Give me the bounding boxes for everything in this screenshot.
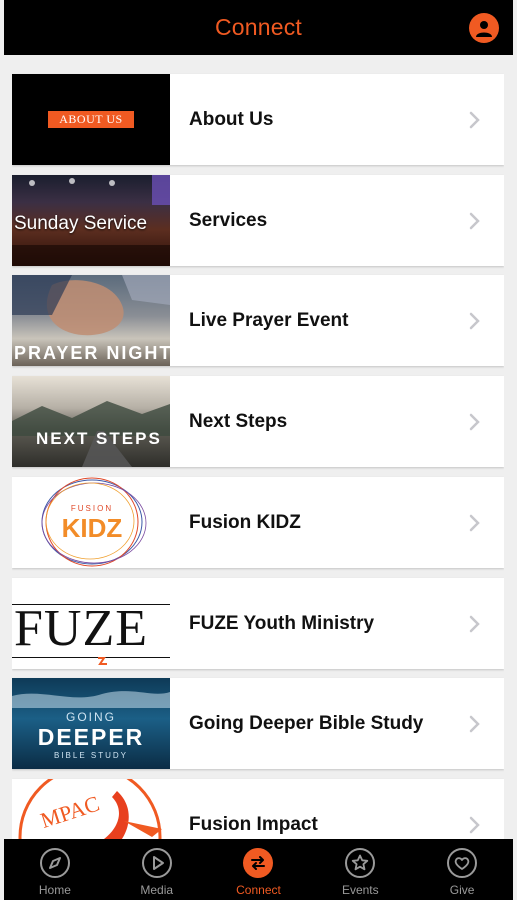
app-screen: Connect ABOUT US About Us Sunday Service…: [0, 0, 517, 900]
list-item-label: Fusion KIDZ: [189, 511, 301, 533]
thumbnail-caption: Sunday Service: [14, 213, 148, 234]
services-thumbnail: Sunday Service: [12, 175, 170, 266]
chevron-right-icon: [460, 312, 490, 330]
fusion-impact-logo: MPAC: [12, 779, 170, 842]
tab-label: Connect: [236, 883, 281, 897]
tab-home[interactable]: Home: [4, 839, 106, 900]
tab-events[interactable]: Events: [309, 839, 411, 900]
tab-label: Events: [341, 883, 379, 897]
next-steps-thumbnail: NEXT STEPS: [12, 376, 170, 467]
svg-text:FUSION: FUSION: [71, 504, 113, 513]
list-item-label: Going Deeper Bible Study: [189, 712, 424, 734]
list-item-services[interactable]: Sunday Service Services: [12, 175, 504, 266]
profile-button[interactable]: [469, 13, 499, 43]
list-item-label: About Us: [189, 108, 274, 130]
list-item-about-us[interactable]: ABOUT US About Us: [12, 74, 504, 165]
fuze-logo: FUZE: [12, 578, 170, 669]
chevron-right-icon: [460, 615, 490, 633]
list-item-live-prayer-event[interactable]: PRAYER NIGHT Live Prayer Event: [12, 275, 504, 366]
connect-list: ABOUT US About Us Sunday Service Service…: [12, 72, 504, 842]
thumbnail-caption: ABOUT US: [48, 111, 134, 128]
chevron-right-icon: [460, 514, 490, 532]
thumbnail-caption: NEXT STEPS: [36, 429, 162, 448]
svg-text:KIDZ: KIDZ: [62, 513, 123, 543]
chevron-right-icon: [460, 212, 490, 230]
chevron-right-icon: [460, 816, 490, 834]
heart-icon: [447, 848, 478, 878]
tab-label: Media: [140, 883, 174, 897]
swap-arrows-icon: [243, 848, 274, 878]
list-item-fusion-kidz[interactable]: FUSION KIDZ Fusion KIDZ: [12, 477, 504, 568]
profile-icon: [476, 21, 492, 37]
star-icon: [345, 848, 376, 878]
tab-give[interactable]: Give: [411, 839, 513, 900]
play-icon: [141, 848, 172, 878]
compass-icon: [39, 848, 70, 878]
mountain-road-graphic: [12, 401, 170, 467]
list-item-fusion-impact[interactable]: MPAC Fusion Impact: [12, 779, 504, 842]
tab-media[interactable]: Media: [106, 839, 208, 900]
list-item-label: FUZE Youth Ministry: [189, 612, 375, 634]
bottom-tab-bar: Home Media Connect Events Give: [4, 839, 513, 900]
top-navigation-bar: Connect: [4, 0, 513, 55]
list-item-label: Services: [189, 209, 268, 231]
list-item-label: Next Steps: [189, 410, 288, 432]
tab-label: Home: [38, 883, 71, 897]
list-item-next-steps[interactable]: NEXT STEPS Next Steps: [12, 376, 504, 467]
thumbnail-caption: PRAYER NIGHT: [14, 343, 170, 363]
svg-text:MPAC: MPAC: [37, 791, 102, 833]
tab-connect[interactable]: Connect: [208, 839, 310, 900]
about-us-thumbnail: ABOUT US: [12, 74, 170, 165]
page-title: Connect: [214, 14, 303, 40]
chevron-right-icon: [460, 111, 490, 129]
list-item-fuze-youth-ministry[interactable]: FUZE FUZE Youth Ministry: [12, 578, 504, 669]
fusion-kidz-logo: FUSION KIDZ: [12, 477, 170, 568]
thumbnail-caption-line-1: GOING: [65, 710, 116, 724]
thumbnail-caption-line-2: DEEPER: [37, 724, 145, 750]
list-item-label: Live Prayer Event: [189, 309, 349, 331]
chevron-right-icon: [460, 413, 490, 431]
chevron-right-icon: [460, 715, 490, 733]
thumbnail-caption-line-3: BIBLE STUDY: [53, 751, 128, 760]
list-item-label: Fusion Impact: [189, 813, 318, 835]
going-deeper-thumbnail: GOING DEEPER BIBLE STUDY: [12, 678, 170, 769]
tab-label: Give: [449, 883, 475, 897]
list-item-going-deeper-bible-study[interactable]: GOING DEEPER BIBLE STUDY Going Deeper Bi…: [12, 678, 504, 769]
prayer-thumbnail: PRAYER NIGHT: [12, 275, 170, 366]
